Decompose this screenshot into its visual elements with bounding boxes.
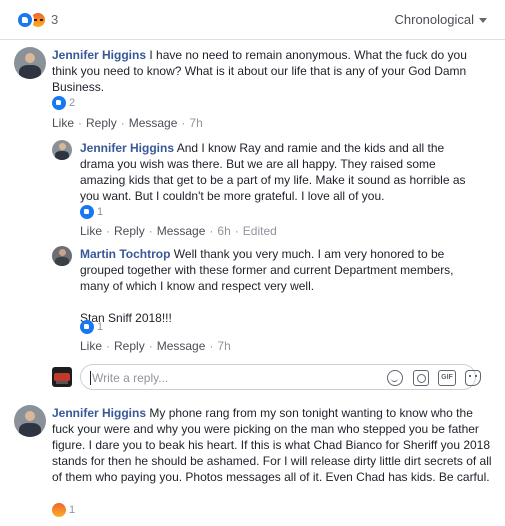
reply-composer: Write a reply... GIF [52, 364, 481, 390]
comment-timestamp[interactable]: 6h [217, 224, 230, 238]
comment-extra-text: Stan Sniff 2018!!! [80, 311, 172, 325]
sort-dropdown[interactable]: Chronological [394, 12, 487, 27]
avatar[interactable] [14, 47, 46, 79]
comment-text: Martin Tochtrop Well thank you very much… [80, 246, 480, 326]
reaction-count: 2 [69, 97, 76, 109]
camera-icon[interactable] [413, 370, 429, 386]
edited-label[interactable]: Edited [243, 224, 277, 238]
reply-comment: Martin Tochtrop Well thank you very much… [52, 246, 497, 356]
comment-reactions[interactable]: 1 [80, 205, 103, 221]
like-link[interactable]: Like [80, 224, 102, 238]
like-reaction-icon [80, 205, 94, 219]
emoji-icon[interactable] [387, 370, 403, 386]
comment-reactions[interactable]: 1 [52, 503, 75, 519]
comment-reactions[interactable]: 1 [80, 320, 103, 336]
reply-link[interactable]: Reply [114, 339, 145, 353]
text-cursor [90, 371, 91, 385]
comment-text: Jennifer Higgins My phone rang from my s… [52, 405, 492, 485]
angry-reaction-icon [52, 503, 66, 517]
reaction-count: 1 [69, 504, 76, 516]
chevron-down-icon [479, 18, 487, 24]
sort-label: Chronological [394, 12, 475, 27]
avatar[interactable] [52, 246, 72, 266]
comment-timestamp[interactable]: 7h [189, 116, 202, 130]
like-reaction-icon [80, 320, 94, 334]
reaction-count[interactable]: 3 [51, 12, 58, 27]
reply-input[interactable]: Write a reply... GIF [80, 364, 481, 390]
comment: Jennifer Higgins My phone rang from my s… [14, 405, 494, 523]
comment-author[interactable]: Jennifer Higgins [52, 406, 146, 420]
current-user-avatar [52, 367, 72, 387]
reply-link[interactable]: Reply [86, 116, 117, 130]
comment-author[interactable]: Jennifer Higgins [52, 48, 146, 62]
comment: Jennifer Higgins I have no need to remai… [14, 47, 494, 133]
message-link[interactable]: Message [129, 116, 178, 130]
comment-author[interactable]: Martin Tochtrop [80, 247, 170, 261]
gif-icon[interactable]: GIF [438, 370, 456, 386]
comment-text: Jennifer Higgins And I know Ray and rami… [80, 140, 480, 204]
sticker-icon[interactable] [465, 370, 481, 386]
comment-actions: Like · Reply · Message · 7h [52, 116, 203, 130]
avatar[interactable] [52, 140, 72, 160]
reply-link[interactable]: Reply [114, 224, 145, 238]
like-reaction-icon [16, 11, 34, 29]
reply-comment: Jennifer Higgins And I know Ray and rami… [52, 140, 497, 240]
like-link[interactable]: Like [52, 116, 74, 130]
comment-author[interactable]: Jennifer Higgins [80, 141, 174, 155]
reply-placeholder: Write a reply... [92, 371, 169, 385]
comment-actions: Like · Reply · Message · 7h [80, 339, 231, 353]
comment-actions: Like · Reply · Message · 6h · Edited [80, 224, 277, 238]
reaction-count: 1 [97, 321, 104, 333]
message-link[interactable]: Message [157, 224, 206, 238]
comment-text: Jennifer Higgins I have no need to remai… [52, 47, 492, 95]
comment-reactions[interactable]: 2 [52, 96, 75, 112]
comments-header: 3 Chronological [0, 0, 505, 40]
like-reaction-icon [52, 96, 66, 110]
reaction-summary[interactable] [16, 11, 48, 29]
like-link[interactable]: Like [80, 339, 102, 353]
avatar[interactable] [14, 405, 46, 437]
reaction-count: 1 [97, 206, 104, 218]
message-link[interactable]: Message [157, 339, 206, 353]
comment-timestamp[interactable]: 7h [217, 339, 230, 353]
divider [0, 39, 505, 40]
